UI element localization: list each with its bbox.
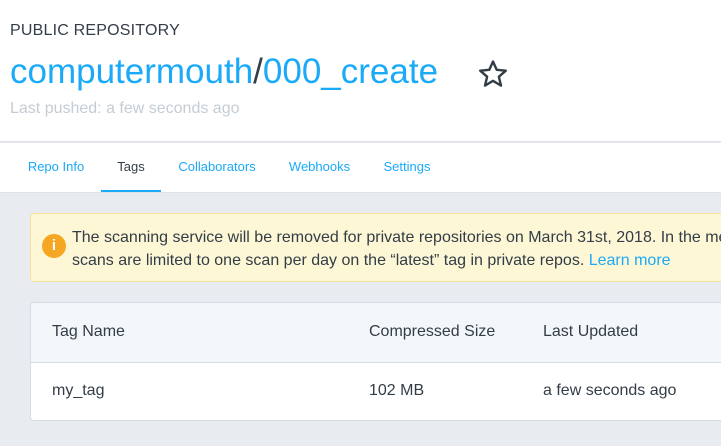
repo-tabs: Repo Info Tags Collaborators Webhooks Se…	[0, 143, 721, 193]
warning-info-icon: i	[42, 234, 66, 258]
banner-line-2: scans are limited to one scan per day on…	[72, 249, 721, 272]
table-row[interactable]: my_tag 102 MB a few seconds ago	[31, 363, 721, 420]
tab-repo-info[interactable]: Repo Info	[14, 143, 98, 192]
repo-title: computermouth/000_create	[10, 50, 438, 94]
tag-name-cell: my_tag	[52, 382, 105, 399]
repo-name-link[interactable]: 000_create	[263, 52, 438, 91]
tab-tags[interactable]: Tags	[101, 143, 161, 192]
repo-owner-link[interactable]: computermouth	[10, 52, 253, 91]
banner-line-1: The scanning service will be removed for…	[72, 229, 721, 246]
banner-message: The scanning service will be removed for…	[72, 226, 721, 272]
column-header-last-updated[interactable]: Last Updated	[543, 323, 638, 341]
repo-visibility-label: PUBLIC REPOSITORY	[10, 22, 180, 39]
table-header: Tag Name Compressed Size Last Updated	[31, 303, 721, 363]
last-updated-cell: a few seconds ago	[543, 382, 677, 399]
tab-settings[interactable]: Settings	[372, 143, 442, 192]
tab-collaborators[interactable]: Collaborators	[166, 143, 268, 192]
column-header-tag-name[interactable]: Tag Name	[52, 323, 125, 341]
compressed-size-cell: 102 MB	[369, 382, 425, 399]
column-header-compressed-size[interactable]: Compressed Size	[369, 323, 495, 341]
last-pushed-text: Last pushed: a few seconds ago	[10, 100, 240, 117]
scanning-notice-banner: i The scanning service will be removed f…	[30, 213, 721, 282]
repo-header: PUBLIC REPOSITORY computermouth/000_crea…	[0, 0, 721, 142]
tags-table: Tag Name Compressed Size Last Updated my…	[30, 302, 721, 421]
tab-webhooks[interactable]: Webhooks	[276, 143, 363, 192]
banner-line-2-text: scans are limited to one scan per day on…	[72, 252, 589, 269]
learn-more-link[interactable]: Learn more	[589, 252, 671, 269]
repo-title-separator: /	[253, 52, 263, 91]
star-icon[interactable]	[477, 58, 509, 90]
